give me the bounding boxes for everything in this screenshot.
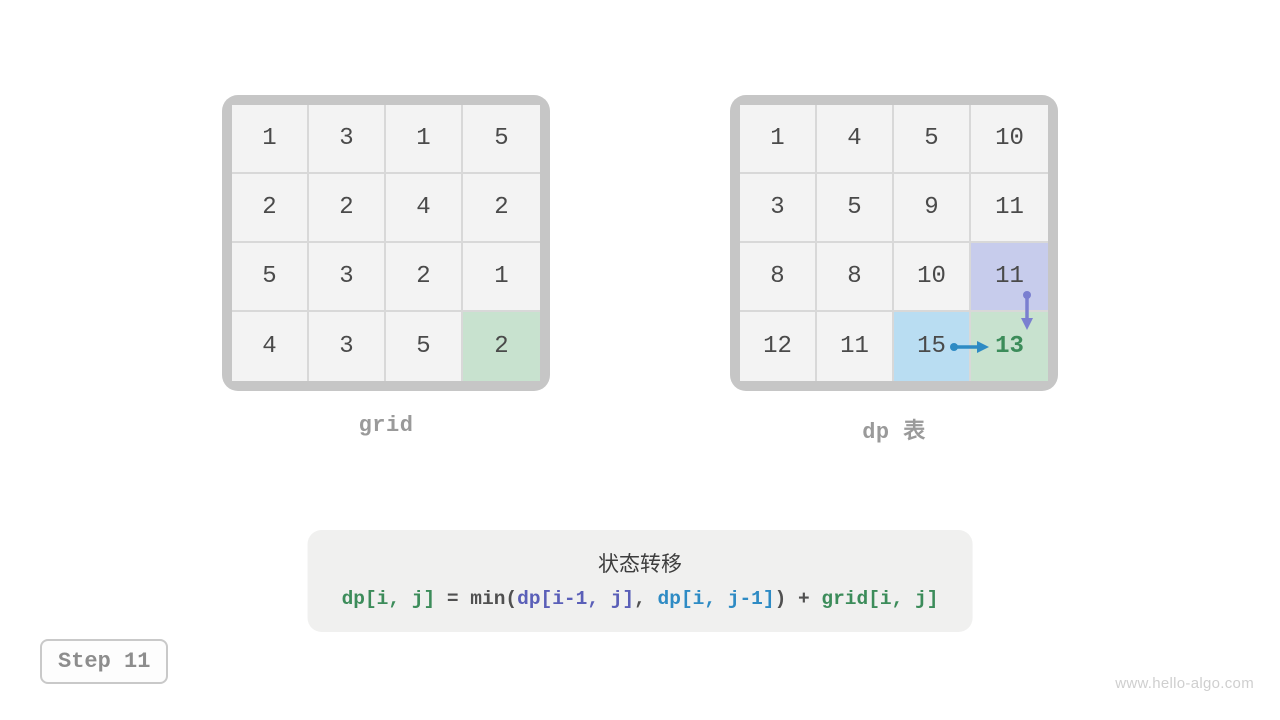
grid-table-block: 1 3 1 5 2 2 4 2 5 3 2 1 4 3 5 2 grid: [222, 95, 550, 445]
transition-formula-box: 状态转移 dp[i, j] = min(dp[i-1, j], dp[i, j-…: [308, 530, 973, 632]
cell-value: 5: [494, 125, 508, 152]
formula-code: dp[i, j] = min(dp[i-1, j], dp[i, j-1]) +…: [342, 588, 939, 610]
table-cell: 11: [817, 312, 894, 381]
table-cell: 9: [894, 174, 971, 243]
formula-eq: = min(: [435, 588, 517, 610]
table-cell: 15: [894, 312, 971, 381]
cell-value: 5: [262, 263, 276, 290]
cell-value: 1: [416, 125, 430, 152]
table-cell: 4: [817, 105, 894, 174]
cell-value: 1: [770, 125, 784, 152]
grid-label: grid: [359, 413, 414, 438]
cell-value: 1: [262, 125, 276, 152]
table-cell: 8: [740, 243, 817, 312]
cell-value: 4: [847, 125, 861, 152]
table-cell: 2: [463, 312, 540, 381]
cell-value: 5: [847, 194, 861, 221]
formula-lhs: dp[i, j]: [342, 588, 436, 610]
cell-value: 3: [339, 263, 353, 290]
table-cell: 4: [232, 312, 309, 381]
table-cell: 1: [463, 243, 540, 312]
cell-value: 5: [416, 333, 430, 360]
cell-value: 2: [339, 194, 353, 221]
table-cell: 5: [817, 174, 894, 243]
table-cell: 1: [386, 105, 463, 174]
table-cell: 10: [971, 105, 1048, 174]
cell-value: 3: [770, 194, 784, 221]
cell-value: 10: [995, 125, 1024, 152]
table-cell: 2: [309, 174, 386, 243]
grid-table: 1 3 1 5 2 2 4 2 5 3 2 1 4 3 5 2: [232, 105, 540, 381]
table-cell: 5: [463, 105, 540, 174]
grid-table-frame: 1 3 1 5 2 2 4 2 5 3 2 1 4 3 5 2: [222, 95, 550, 391]
table-cell: 11: [971, 243, 1048, 312]
cell-value: 2: [494, 333, 508, 360]
dp-table-frame: 1 4 5 10 3 5 9 11 8 8 10 11 12 11 15 13: [730, 95, 1058, 391]
cell-value: 2: [416, 263, 430, 290]
cell-value: 4: [262, 333, 276, 360]
table-cell: 13: [971, 312, 1048, 381]
dp-label: dp 表: [862, 413, 926, 445]
cell-value: 2: [262, 194, 276, 221]
cell-value: 15: [917, 333, 946, 360]
cell-value: 3: [339, 125, 353, 152]
formula-arg1: dp[i-1, j]: [517, 588, 634, 610]
cell-value: 9: [924, 194, 938, 221]
cell-value: 8: [847, 263, 861, 290]
table-cell: 1: [740, 105, 817, 174]
cell-value: 8: [770, 263, 784, 290]
cell-value: 1: [494, 263, 508, 290]
table-cell: 2: [232, 174, 309, 243]
cell-value: 13: [995, 333, 1024, 360]
cell-value: 5: [924, 125, 938, 152]
table-cell: 2: [463, 174, 540, 243]
cell-value: 12: [763, 333, 792, 360]
cell-value: 2: [494, 194, 508, 221]
table-cell: 3: [740, 174, 817, 243]
step-badge: Step 11: [40, 639, 168, 684]
table-cell: 10: [894, 243, 971, 312]
dp-table-block: 1 4 5 10 3 5 9 11 8 8 10 11 12 11 15 13 dp 表: [730, 95, 1058, 445]
formula-close: ) +: [775, 588, 822, 610]
formula-rhs: grid[i, j]: [821, 588, 938, 610]
formula-title: 状态转移: [342, 548, 939, 578]
cell-value: 3: [339, 333, 353, 360]
cell-value: 4: [416, 194, 430, 221]
table-cell: 12: [740, 312, 817, 381]
table-cell: 5: [232, 243, 309, 312]
table-cell: 3: [309, 312, 386, 381]
table-cell: 5: [894, 105, 971, 174]
table-cell: 5: [386, 312, 463, 381]
cell-value: 11: [995, 194, 1024, 221]
table-cell: 11: [971, 174, 1048, 243]
table-cell: 4: [386, 174, 463, 243]
dp-table: 1 4 5 10 3 5 9 11 8 8 10 11 12 11 15 13: [740, 105, 1048, 381]
watermark: www.hello-algo.com: [1115, 675, 1254, 692]
table-cell: 3: [309, 105, 386, 174]
table-cell: 3: [309, 243, 386, 312]
cell-value: 10: [917, 263, 946, 290]
formula-sep1: ,: [634, 588, 657, 610]
cell-value: 11: [995, 263, 1024, 290]
formula-arg2: dp[i, j-1]: [658, 588, 775, 610]
table-cell: 8: [817, 243, 894, 312]
table-cell: 2: [386, 243, 463, 312]
cell-value: 11: [840, 333, 869, 360]
table-cell: 1: [232, 105, 309, 174]
